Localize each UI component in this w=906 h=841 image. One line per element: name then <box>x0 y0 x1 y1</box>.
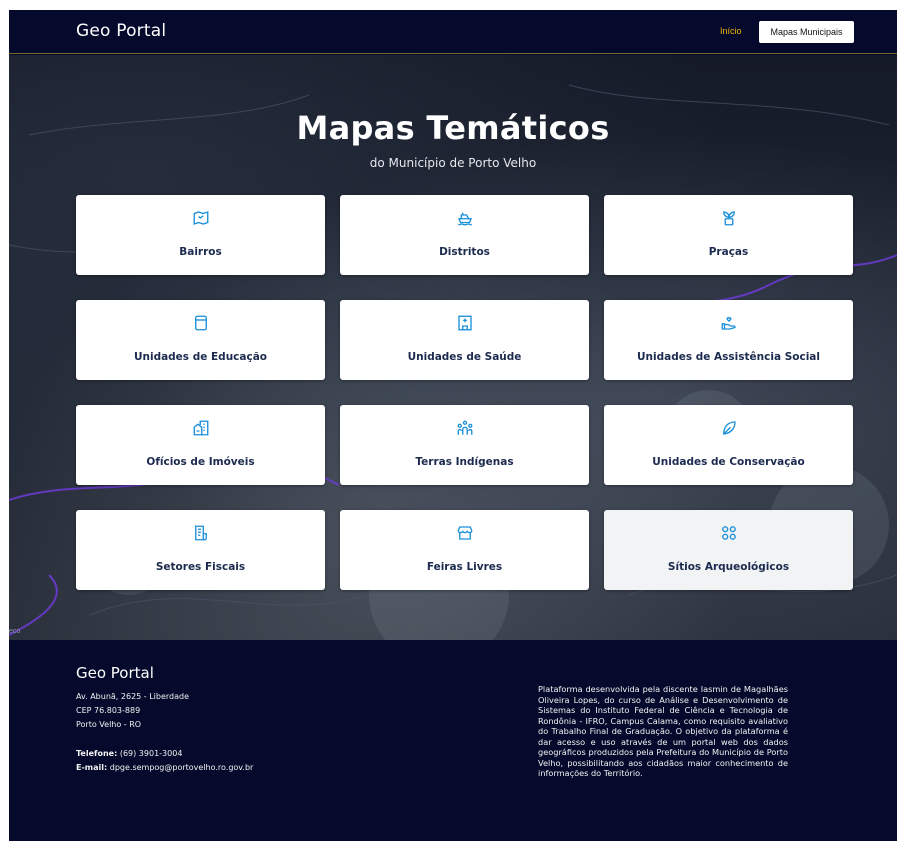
card-label: Unidades de Assistência Social <box>637 351 820 363</box>
nav-button-mapas-municipais[interactable]: Mapas Municipais <box>759 21 854 43</box>
card-feiras-livres[interactable]: Feiras Livres <box>340 510 589 590</box>
card-unidades-educacao[interactable]: Unidades de Educação <box>76 300 325 380</box>
navbar: Geo Portal Início Mapas Municipais <box>9 10 897 54</box>
card-label: Setores Fiscais <box>155 561 246 573</box>
footer-cep-line: CEP 76.803-889 <box>76 706 141 715</box>
email-value[interactable]: dpge.sempog@portovelho.ro.gov.br <box>110 763 254 772</box>
card-label: Unidades de Saúde <box>407 351 522 363</box>
card-oficios-imoveis[interactable]: Ofícios de Imóveis <box>76 405 325 485</box>
footer-about-text: Plataforma desenvolvida pela discente Ia… <box>538 684 788 778</box>
email-label: E-mail: <box>76 763 108 772</box>
navbar-brand[interactable]: Geo Portal <box>76 21 166 41</box>
hero-title: Mapas Temáticos <box>296 109 610 147</box>
map-attribution: eco <box>9 628 21 635</box>
footer-phone-line: Telefone: (69) 3901-3004 <box>76 749 182 758</box>
card-distritos[interactable]: Distritos <box>340 195 589 275</box>
store-icon <box>340 524 589 544</box>
hospital-icon <box>340 314 589 334</box>
card-label: Bairros <box>179 246 222 258</box>
nav-link-inicio[interactable]: Início <box>720 26 742 36</box>
hero-subtitle: do Município de Porto Velho <box>369 156 537 170</box>
page-frame: Geo Portal Início Mapas Municipais Mapas… <box>9 10 897 841</box>
phone-label: Telefone: <box>76 749 118 758</box>
heart-hand-icon <box>604 314 853 334</box>
receipt-icon <box>76 524 325 544</box>
phone-value: (69) 3901-3004 <box>119 749 183 758</box>
card-label: Terras Indígenas <box>415 456 514 468</box>
people-icon <box>340 419 589 439</box>
card-label: Praças <box>708 246 749 258</box>
card-label: Sítios Arqueológicos <box>667 561 790 573</box>
plant-icon <box>604 209 853 229</box>
footer: Geo Portal Av. Abunã, 2625 - Liberdade C… <box>9 640 897 841</box>
book-icon <box>76 314 325 334</box>
card-pracas[interactable]: Praças <box>604 195 853 275</box>
footer-address-line: Av. Abunã, 2625 - Liberdade <box>76 692 190 701</box>
ship-icon <box>340 209 589 229</box>
building-icon <box>76 419 325 439</box>
card-label: Unidades de Conservação <box>652 456 805 468</box>
card-sitios-arqueologicos[interactable]: Sítios Arqueológicos <box>604 510 853 590</box>
footer-email-line: E-mail: dpge.sempog@portovelho.ro.gov.br <box>76 763 253 772</box>
card-setores-fiscais[interactable]: Setores Fiscais <box>76 510 325 590</box>
card-label: Unidades de Educação <box>133 351 268 363</box>
card-terras-indigenas[interactable]: Terras Indígenas <box>340 405 589 485</box>
card-unidades-saude[interactable]: Unidades de Saúde <box>340 300 589 380</box>
card-label: Distritos <box>439 246 490 258</box>
card-bairros[interactable]: Bairros <box>76 195 325 275</box>
circles-icon <box>604 524 853 544</box>
card-unidades-conservacao[interactable]: Unidades de Conservação <box>604 405 853 485</box>
footer-city-line: Porto Velho - RO <box>76 720 142 729</box>
map-icon <box>76 209 325 229</box>
card-label: Feiras Livres <box>426 561 503 573</box>
leaf-icon <box>604 419 853 439</box>
footer-brand: Geo Portal <box>76 664 154 682</box>
card-label: Ofícios de Imóveis <box>146 456 255 468</box>
hero-section: Mapas Temáticos do Município de Porto Ve… <box>9 55 897 640</box>
card-unidades-assistencia-social[interactable]: Unidades de Assistência Social <box>604 300 853 380</box>
